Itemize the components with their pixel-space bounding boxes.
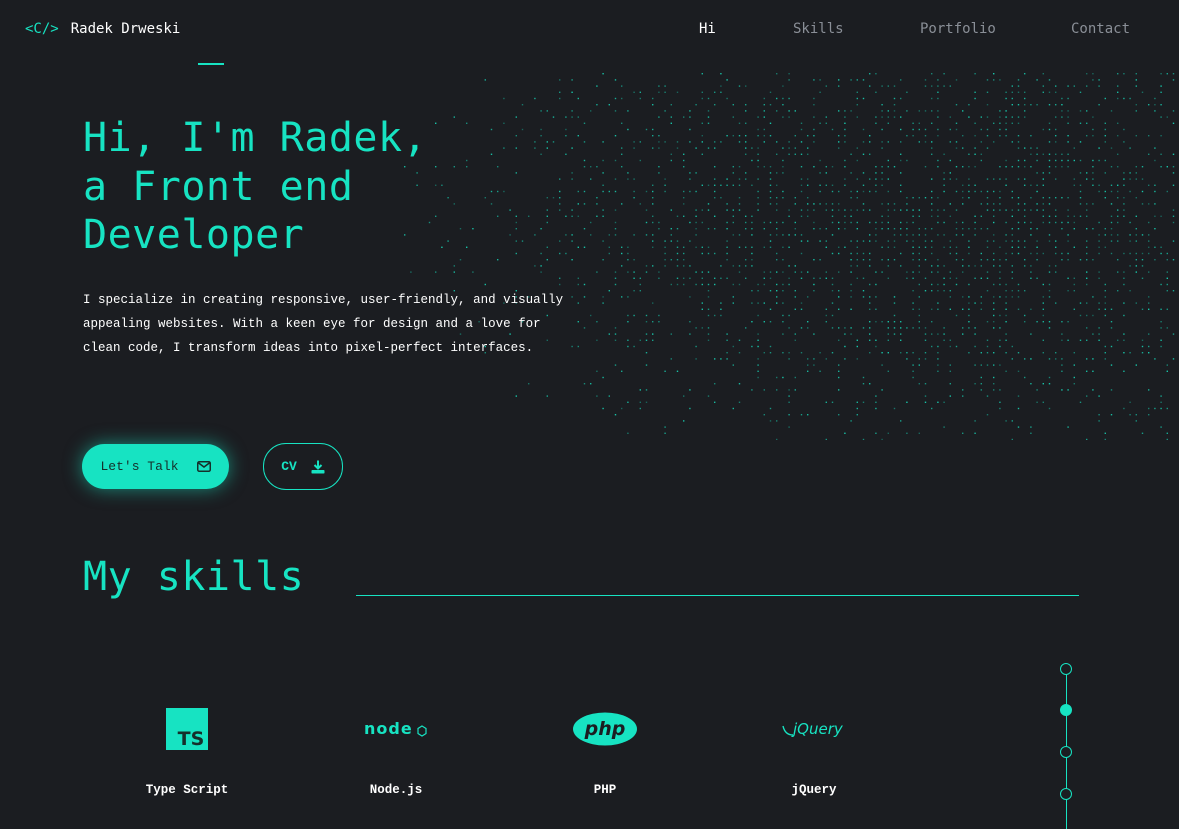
skills-title: My skills (83, 554, 305, 600)
svg-text:node: node (364, 719, 413, 738)
nav-item-skills[interactable]: Skills (793, 21, 844, 37)
skill-label: PHP (593, 783, 617, 797)
svg-text:jQuery: jQuery (791, 720, 844, 738)
nodejs-icon: node (326, 700, 466, 758)
hero-description: I specialize in creating responsive, use… (83, 293, 564, 355)
svg-text:php: php (584, 718, 626, 740)
svg-text:TS: TS (178, 728, 205, 750)
hero-title-line: Hi, I'm Radek, (83, 115, 428, 161)
nav-underline (198, 63, 224, 65)
typescript-icon: TS (117, 700, 257, 758)
hero-title: Hi, I'm Radek, a Front end Developer (83, 114, 427, 260)
skill-item-php: php PHP (535, 700, 675, 797)
php-icon: php (535, 700, 675, 758)
timeline-step[interactable] (1060, 788, 1072, 800)
timeline-step[interactable] (1060, 704, 1072, 716)
cv-label: CV (281, 459, 297, 474)
download-icon (311, 460, 325, 474)
dot-pattern-background (404, 73, 1175, 440)
hero-title-line: Developer (83, 212, 305, 258)
jquery-icon: jQuery (744, 700, 884, 758)
hero-title-line: a Front end (83, 163, 354, 210)
main-nav: Hi Skills Portfolio Contact (0, 21, 1179, 41)
skills-divider (356, 595, 1079, 596)
nav-item-portfolio[interactable]: Portfolio (920, 21, 996, 37)
nav-item-hi[interactable]: Hi (699, 21, 716, 37)
nav-item-contact[interactable]: Contact (1071, 21, 1130, 37)
skill-item-typescript: TS Type Script (117, 700, 257, 797)
skill-label: Node.js (369, 783, 423, 797)
skill-label: Type Script (145, 783, 229, 797)
envelope-icon (196, 461, 211, 472)
skill-item-jquery: jQuery jQuery (744, 700, 884, 797)
timeline-step[interactable] (1060, 746, 1072, 758)
skill-item-nodejs: node Node.js (326, 700, 466, 797)
page: <C/> Radek Drweski Hi Skills Portfolio C… (0, 0, 1179, 829)
lets-talk-label: Let's Talk (100, 459, 179, 474)
lets-talk-button[interactable]: Let's Talk (82, 444, 229, 489)
timeline-step[interactable] (1060, 663, 1072, 675)
cv-download-button[interactable]: CV (263, 443, 343, 490)
skill-label: jQuery (791, 783, 837, 797)
